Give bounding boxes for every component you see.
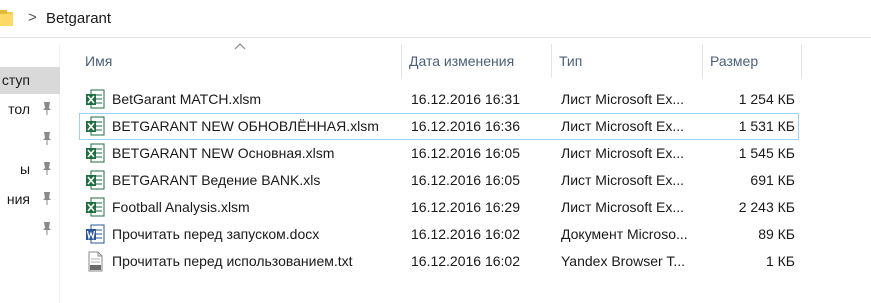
file-row[interactable]: BETGARANT Ведение BANK.xls 16.12.2016 16… [79, 167, 799, 194]
column-header-name[interactable]: Имя [79, 44, 401, 78]
nav-item-label: ы [19, 161, 30, 177]
excel-icon [86, 170, 105, 190]
file-size: 691 КБ [750, 172, 795, 188]
file-type: Лист Microsoft Ex... [561, 172, 684, 188]
file-date: 16.12.2016 16:05 [411, 172, 520, 188]
file-name: BETGARANT NEW Основная.xlsm [112, 145, 335, 161]
file-size: 1 254 КБ [738, 91, 795, 107]
breadcrumb-chevron[interactable]: > [28, 9, 37, 26]
file-date: 16.12.2016 16:36 [411, 118, 520, 134]
file-name: Прочитать перед использованием.txt [112, 253, 353, 269]
pin-icon [43, 132, 51, 145]
file-size: 89 КБ [758, 226, 795, 242]
file-row[interactable]: Прочитать перед использованием.txt 16.12… [79, 248, 799, 275]
file-name: BETGARANT Ведение BANK.xls [112, 172, 321, 188]
file-type: Лист Microsoft Ex... [561, 91, 684, 107]
nav-item-documents[interactable]: ы [0, 156, 60, 183]
pin-icon [43, 102, 51, 115]
nav-item-pinned[interactable] [0, 216, 60, 243]
file-row[interactable]: Football Analysis.xlsm 16.12.2016 16:29 … [79, 194, 799, 221]
pin-icon [43, 222, 51, 235]
file-date: 16.12.2016 16:02 [411, 253, 520, 269]
column-header-type[interactable]: Тип [553, 44, 701, 78]
nav-item-quick-access[interactable]: ступ [0, 67, 60, 94]
file-type: Yandex Browser T... [561, 253, 685, 269]
file-type: Лист Microsoft Ex... [561, 145, 684, 161]
nav-item-label: ния [6, 191, 30, 207]
file-name: BetGarant MATCH.xlsm [112, 91, 262, 107]
file-date: 16.12.2016 16:02 [411, 226, 520, 242]
excel-icon [86, 89, 105, 109]
nav-item-desktop[interactable]: тол [0, 96, 60, 123]
file-row[interactable]: BETGARANT NEW Основная.xlsm 16.12.2016 1… [79, 140, 799, 167]
navigation-pane: ступ тол ы ния [0, 44, 60, 303]
address-bar[interactable]: > Betgarant [0, 0, 871, 38]
pin-icon [43, 162, 51, 175]
column-header-row: Имя Дата изменения Тип Размер [79, 43, 871, 78]
column-divider[interactable] [551, 44, 552, 78]
nav-item-label: ступ [1, 72, 30, 88]
file-size: 1 531 КБ [738, 118, 795, 134]
column-header-date[interactable]: Дата изменения [403, 44, 551, 78]
file-row[interactable]: BETGARANT NEW ОБНОВЛЁННАЯ.xlsm 16.12.201… [79, 113, 799, 140]
breadcrumb-betgarant[interactable]: Betgarant [46, 10, 111, 27]
file-name: BETGARANT NEW ОБНОВЛЁННАЯ.xlsm [112, 118, 379, 134]
excel-icon [86, 143, 105, 163]
file-date: 16.12.2016 16:05 [411, 145, 520, 161]
file-name: Football Analysis.xlsm [112, 199, 250, 215]
file-name: Прочитать перед запуском.docx [112, 226, 320, 242]
file-size: 1 545 КБ [738, 145, 795, 161]
file-size: 2 243 КБ [738, 199, 795, 215]
excel-icon [86, 116, 105, 136]
pin-icon [43, 192, 51, 205]
word-icon [86, 224, 105, 244]
file-size: 1 КБ [765, 253, 795, 269]
column-divider[interactable] [702, 44, 703, 78]
file-row[interactable]: Прочитать перед запуском.docx 16.12.2016… [79, 221, 799, 248]
text-file-icon [88, 251, 103, 272]
nav-item-pictures[interactable]: ния [0, 186, 60, 213]
excel-icon [86, 197, 105, 217]
file-date: 16.12.2016 16:29 [411, 199, 520, 215]
file-list: BetGarant MATCH.xlsm 16.12.2016 16:31 Ли… [79, 86, 799, 275]
column-header-size[interactable]: Размер [704, 44, 800, 78]
folder-icon [0, 10, 13, 26]
file-type: Лист Microsoft Ex... [561, 199, 684, 215]
file-row[interactable]: BetGarant MATCH.xlsm 16.12.2016 16:31 Ли… [79, 86, 799, 113]
file-date: 16.12.2016 16:31 [411, 91, 520, 107]
file-type: Документ Microso... [561, 226, 688, 242]
column-divider[interactable] [801, 44, 802, 78]
column-divider[interactable] [401, 44, 402, 78]
nav-item-downloads[interactable] [0, 126, 60, 153]
nav-item-label: тол [8, 101, 30, 117]
file-type: Лист Microsoft Ex... [561, 118, 684, 134]
